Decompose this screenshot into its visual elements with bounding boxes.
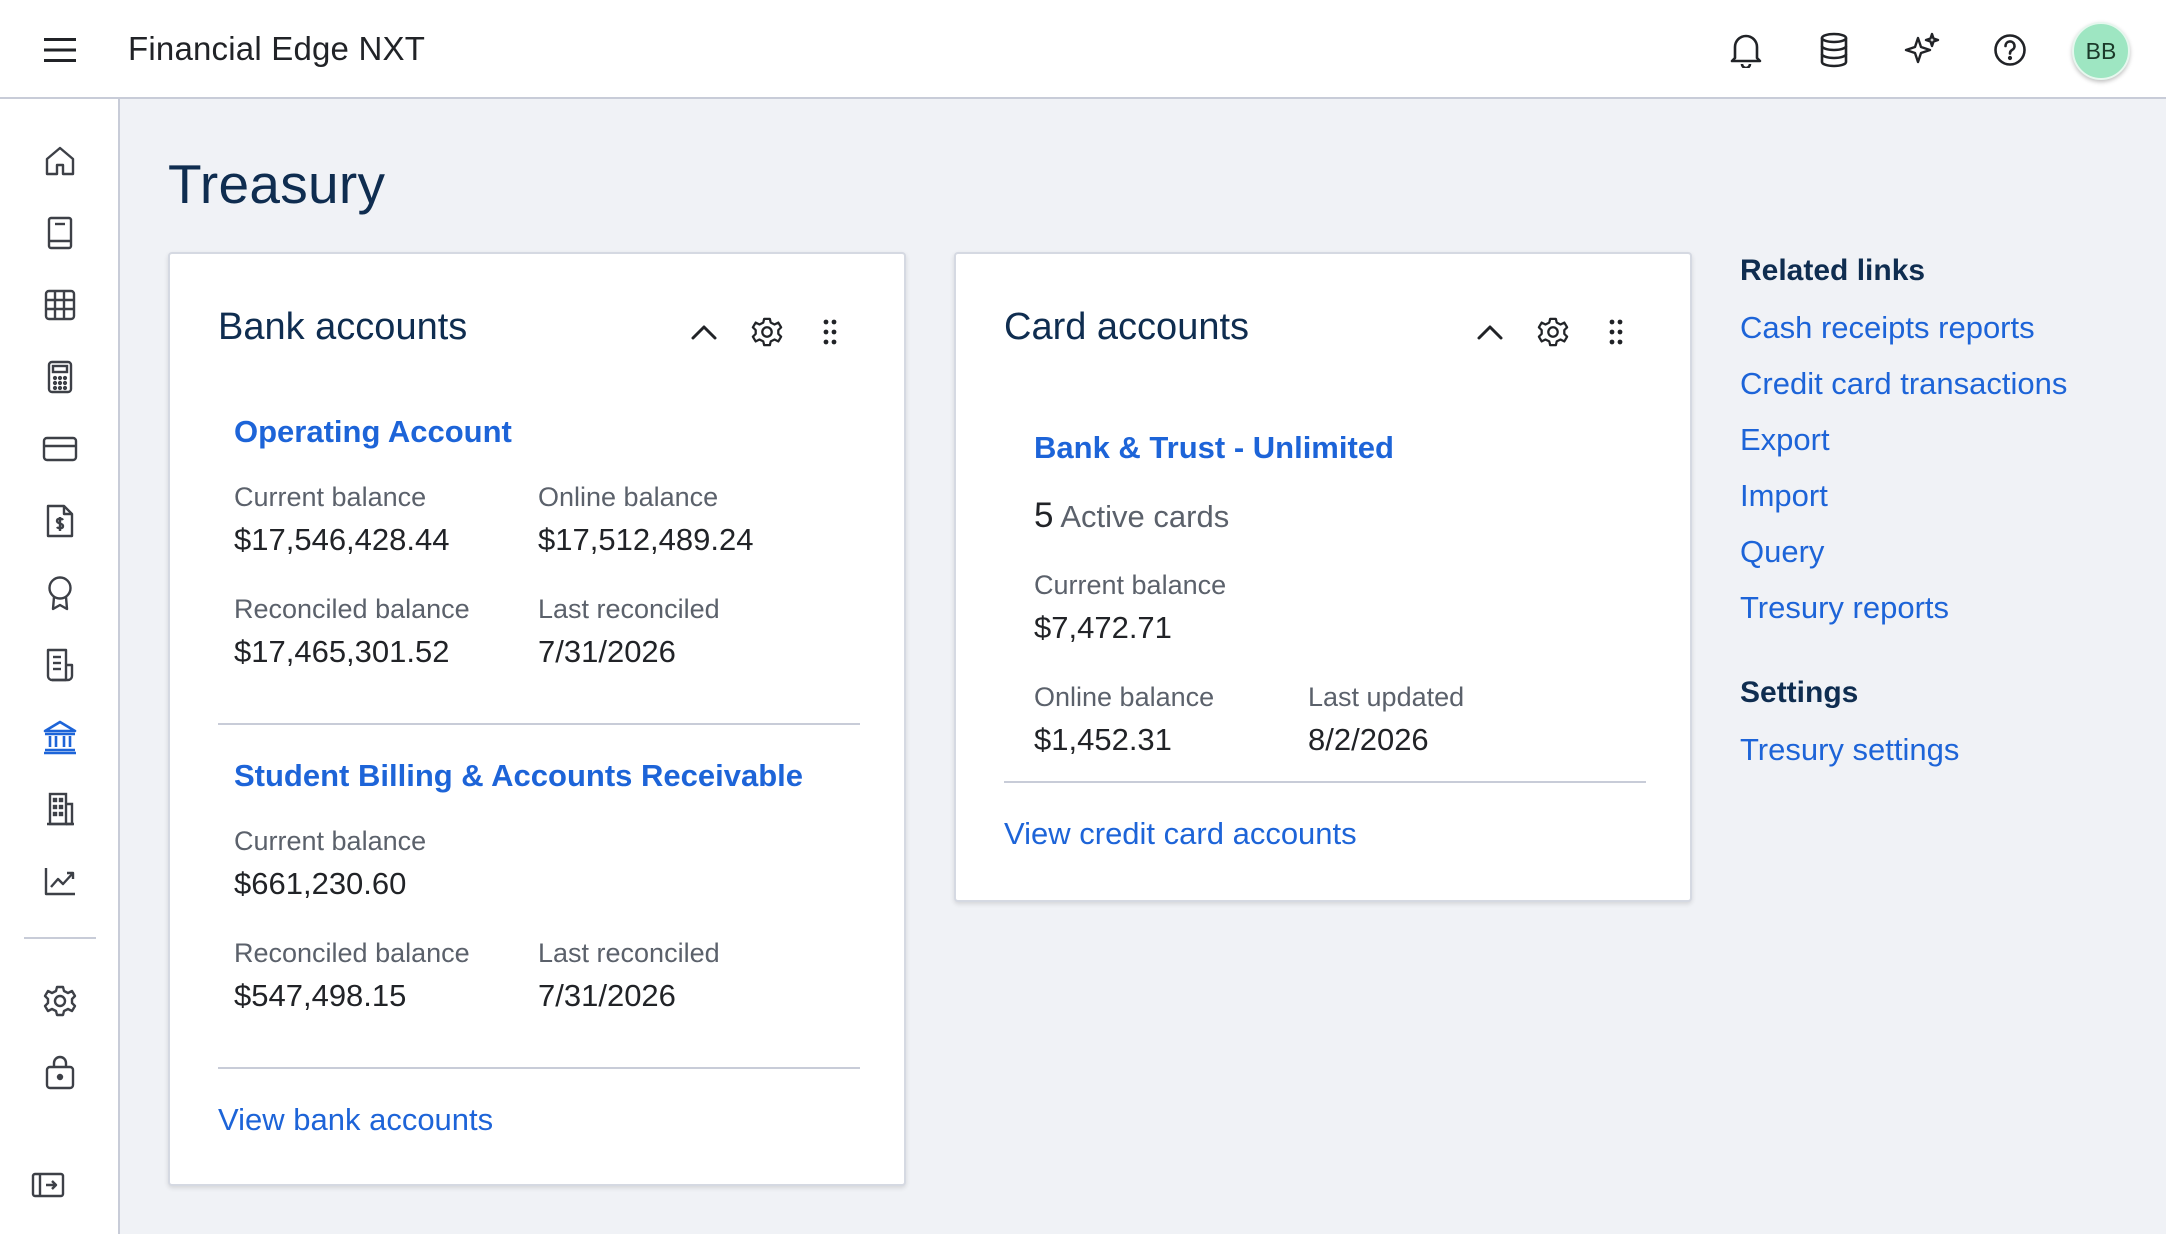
collapse-panel-icon[interactable] <box>24 1161 72 1209</box>
current-balance-value: $17,546,428.44 <box>234 522 450 557</box>
document-dollar-icon[interactable] <box>36 497 84 545</box>
credit-card-icon[interactable] <box>36 425 84 473</box>
export-link[interactable]: Export <box>1740 422 1830 458</box>
gear-icon[interactable] <box>745 310 789 354</box>
query-link[interactable]: Query <box>1740 534 1824 570</box>
app-title: Financial Edge NXT <box>128 30 426 67</box>
online-balance-label: Online balance <box>538 482 719 512</box>
lock-briefcase-icon[interactable] <box>36 1049 84 1097</box>
current-balance-label: Current balance <box>1034 570 1227 600</box>
cash-receipts-reports-link[interactable]: Cash receipts reports <box>1740 310 2035 346</box>
home-icon[interactable] <box>36 137 84 185</box>
view-bank-accounts-link[interactable]: View bank accounts <box>218 1102 493 1138</box>
online-balance-value: $1,452.31 <box>1034 722 1172 757</box>
view-credit-card-accounts-link[interactable]: View credit card accounts <box>1004 816 1357 852</box>
chevron-up-icon[interactable] <box>682 310 726 354</box>
student-billing-account-link[interactable]: Student Billing & Accounts Receivable <box>234 758 803 794</box>
operating-account-link[interactable]: Operating Account <box>234 414 512 450</box>
drag-handle-icon[interactable] <box>808 310 852 354</box>
divider <box>1004 781 1646 783</box>
treasury-reports-link[interactable]: Tresury reports <box>1740 590 1949 626</box>
online-balance-value: $17,512,489.24 <box>538 522 754 557</box>
credit-card-transactions-link[interactable]: Credit card transactions <box>1740 366 2067 402</box>
last-updated-label: Last updated <box>1308 682 1465 712</box>
receipt-icon[interactable] <box>36 641 84 689</box>
last-updated-value: 8/2/2026 <box>1308 722 1429 757</box>
active-cards-label: Active cards <box>1060 499 1230 534</box>
last-reconciled-value: 7/31/2026 <box>538 978 676 1013</box>
avatar[interactable]: BB <box>2072 22 2130 80</box>
gear-icon[interactable] <box>1531 310 1575 354</box>
current-balance-value: $7,472.71 <box>1034 610 1172 645</box>
calculator-icon[interactable] <box>36 353 84 401</box>
bank-icon[interactable] <box>36 713 84 761</box>
current-balance-label: Current balance <box>234 826 427 856</box>
online-balance-label: Online balance <box>1034 682 1215 712</box>
last-reconciled-label: Last reconciled <box>538 938 720 968</box>
reconciled-balance-label: Reconciled balance <box>234 938 470 968</box>
settings-heading: Settings <box>1740 676 1859 709</box>
current-balance-value: $661,230.60 <box>234 866 407 901</box>
nav-divider <box>24 937 96 939</box>
database-icon[interactable] <box>1810 26 1858 74</box>
bank-accounts-card: Bank accounts Operating Account Current … <box>168 252 906 1186</box>
book-icon[interactable] <box>36 209 84 257</box>
trend-chart-icon[interactable] <box>36 857 84 905</box>
side-navigation <box>0 99 120 1234</box>
divider <box>218 723 860 725</box>
reconciled-balance-label: Reconciled balance <box>234 594 470 624</box>
reconciled-balance-value: $547,498.15 <box>234 978 407 1013</box>
page-title: Treasury <box>168 153 386 215</box>
bank-trust-unlimited-link[interactable]: Bank & Trust - Unlimited <box>1034 430 1394 466</box>
card-accounts-card: Card accounts Bank & Trust - Unlimited 5… <box>954 252 1692 902</box>
bell-icon[interactable] <box>1722 26 1770 74</box>
reconciled-balance-value: $17,465,301.52 <box>234 634 450 669</box>
drag-handle-icon[interactable] <box>1594 310 1638 354</box>
active-cards: 5 Active cards <box>1034 496 1229 536</box>
help-icon[interactable] <box>1986 26 2034 74</box>
current-balance-label: Current balance <box>234 482 427 512</box>
active-cards-count: 5 <box>1034 496 1054 535</box>
gear-icon[interactable] <box>36 977 84 1025</box>
top-bar: Financial Edge NXT BB <box>0 0 2166 99</box>
sparkle-icon[interactable] <box>1898 26 1946 74</box>
hamburger-menu-icon[interactable] <box>36 26 84 74</box>
divider <box>218 1067 860 1069</box>
last-reconciled-label: Last reconciled <box>538 594 720 624</box>
last-reconciled-value: 7/31/2026 <box>538 634 676 669</box>
related-links-heading: Related links <box>1740 254 1926 287</box>
chevron-up-icon[interactable] <box>1468 310 1512 354</box>
import-link[interactable]: Import <box>1740 478 1828 514</box>
treasury-settings-link[interactable]: Tresury settings <box>1740 732 1959 768</box>
award-ribbon-icon[interactable] <box>36 569 84 617</box>
card-title: Bank accounts <box>218 306 468 348</box>
card-title: Card accounts <box>1004 306 1250 348</box>
building-icon[interactable] <box>36 785 84 833</box>
grid-table-icon[interactable] <box>36 281 84 329</box>
